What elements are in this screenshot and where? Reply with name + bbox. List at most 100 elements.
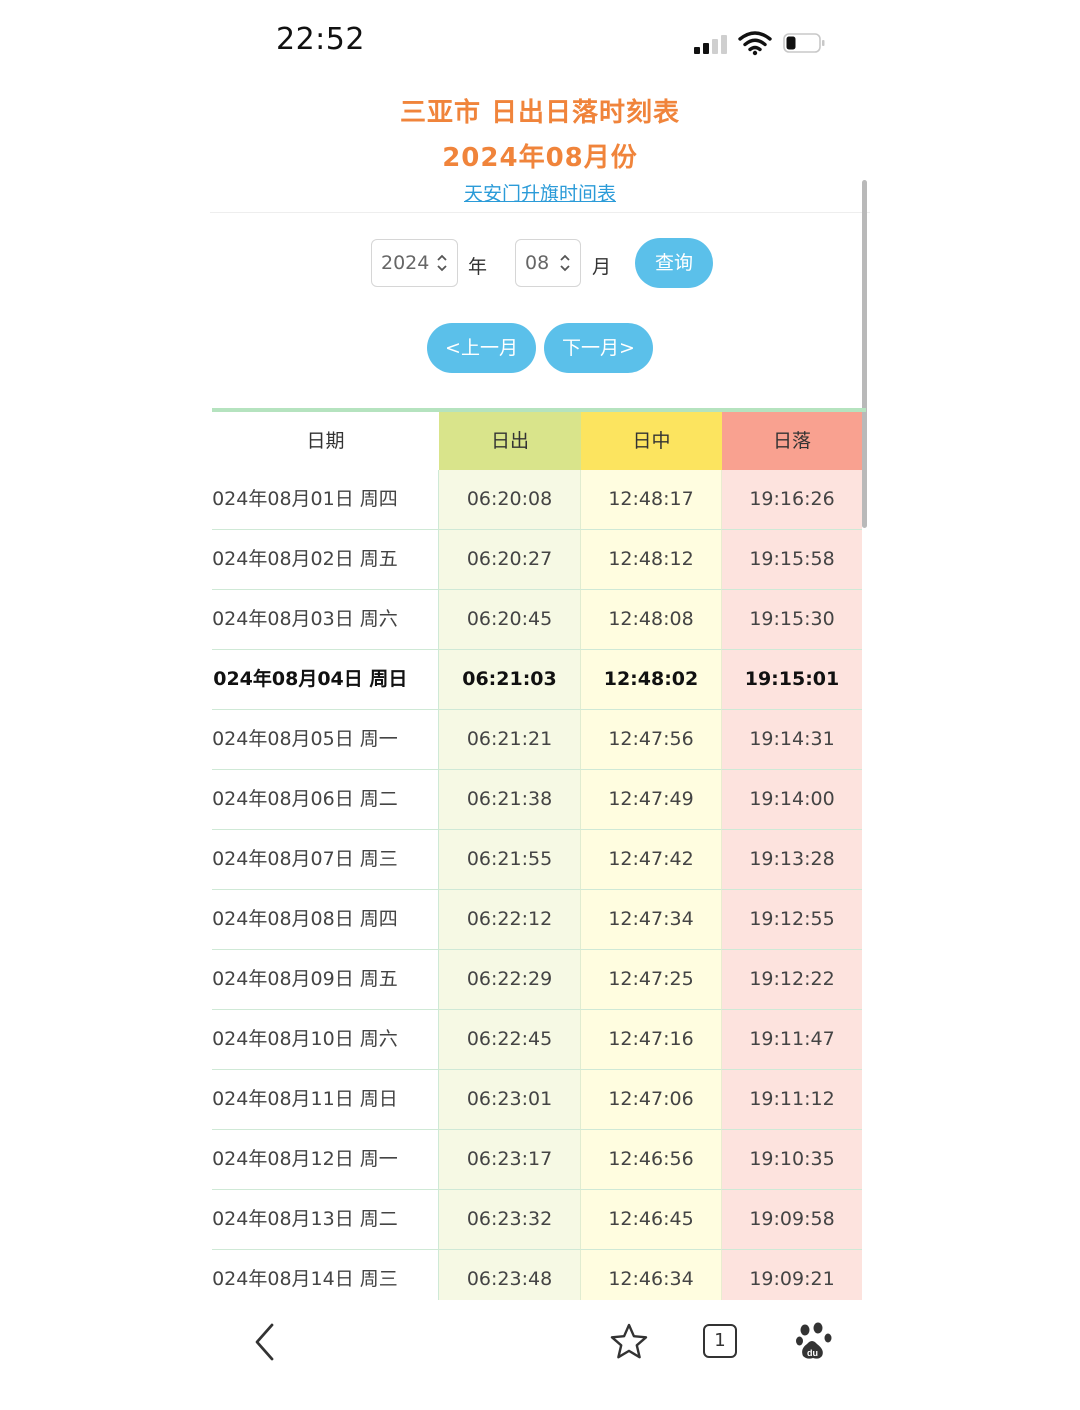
sunset-cell: 19:12:22 [722, 950, 862, 1010]
date-cell: 2024年08月13日 周二 [212, 1190, 439, 1250]
sunset-cell-text: 19:12:22 [749, 968, 835, 990]
date-cell-text: 2024年08月12日 周一 [212, 1148, 398, 1170]
sunrise-cell: 06:20:08 [439, 470, 581, 530]
date-cell-text: 2024年08月07日 周三 [212, 848, 398, 870]
sunset-cell: 19:11:12 [722, 1070, 862, 1130]
table-row: 2024年08月05日 周一 06:21:21 12:47:56 19:14:31 [212, 710, 866, 770]
noon-cell-text: 12:47:06 [608, 1088, 694, 1110]
sunset-cell-text: 19:09:21 [749, 1268, 835, 1290]
sunset-cell-text: 19:09:58 [749, 1208, 835, 1230]
date-cell: 2024年08月01日 周四 [212, 470, 439, 530]
noon-cell: 12:48:12 [581, 530, 722, 590]
noon-cell-text: 12:48:02 [603, 668, 699, 690]
next-month-button[interactable]: 下一月> [544, 323, 653, 373]
sunrise-cell-text: 06:20:45 [466, 608, 553, 630]
sunrise-cell: 06:20:27 [439, 530, 581, 590]
table-row: 2024年08月03日 周六 06:20:45 12:48:08 19:15:30 [212, 590, 866, 650]
date-cell: 2024年08月05日 周一 [212, 710, 439, 770]
date-cell-text: 2024年08月04日 周日 [212, 668, 408, 690]
header-divider [210, 212, 870, 213]
date-cell: 2024年08月07日 周三 [212, 830, 439, 890]
month-select-value: 08 [525, 252, 550, 274]
date-cell: 2024年08月11日 周日 [212, 1070, 439, 1130]
noon-cell-text: 12:46:45 [608, 1208, 694, 1230]
month-select[interactable]: 08 [515, 239, 581, 287]
noon-cell: 12:47:56 [581, 710, 722, 770]
sunset-cell-text: 19:15:01 [744, 668, 840, 690]
sunset-cell: 19:15:01 [722, 650, 862, 710]
sunrise-cell: 06:23:17 [439, 1130, 581, 1190]
date-cell: 2024年08月02日 周五 [212, 530, 439, 590]
header-sunset: 日落 [722, 412, 862, 470]
sunset-cell-text: 19:14:00 [749, 788, 835, 810]
year-unit-label: 年 [468, 256, 488, 278]
sunset-cell: 19:09:58 [722, 1190, 862, 1250]
wifi-icon [738, 31, 772, 56]
noon-cell: 12:48:17 [581, 470, 722, 530]
table-row: 2024年08月02日 周五 06:20:27 12:48:12 19:15:58 [212, 530, 866, 590]
tabs-icon[interactable]: 1 [703, 1324, 737, 1358]
year-select-value: 2024 [381, 252, 430, 274]
table-row: 2024年08月11日 周日 06:23:01 12:47:06 19:11:12 [212, 1070, 866, 1130]
date-cell: 2024年08月06日 周二 [212, 770, 439, 830]
prev-month-button[interactable]: <上一月 [427, 323, 536, 373]
sunrise-cell: 06:22:29 [439, 950, 581, 1010]
noon-cell: 12:47:06 [581, 1070, 722, 1130]
page-title: 三亚市 日出日落时刻表 [399, 98, 681, 128]
table-row: 2024年08月08日 周四 06:22:12 12:47:34 19:12:55 [212, 890, 866, 950]
noon-cell-text: 12:47:34 [608, 908, 694, 930]
year-select[interactable]: 2024 [371, 239, 458, 287]
baidu-paw-icon[interactable]: du [796, 1322, 832, 1362]
sunset-cell: 19:11:47 [722, 1010, 862, 1070]
sunrise-cell-text: 06:21:38 [466, 788, 553, 810]
query-button[interactable]: 查询 [635, 238, 713, 288]
sunrise-cell: 06:20:45 [439, 590, 581, 650]
flag-raising-link[interactable]: 天安门升旗时间表 [210, 179, 870, 206]
date-cell-text: 2024年08月05日 周一 [212, 728, 398, 750]
sunrise-cell: 06:23:32 [439, 1190, 581, 1250]
header-date: 日期 [212, 412, 439, 470]
sunrise-cell-text: 06:23:01 [466, 1088, 553, 1110]
sunrise-cell-text: 06:21:55 [466, 848, 553, 870]
noon-cell: 12:46:56 [581, 1130, 722, 1190]
noon-cell-text: 12:47:25 [608, 968, 694, 990]
chevron-updown-icon [437, 254, 447, 272]
noon-cell: 12:46:45 [581, 1190, 722, 1250]
noon-cell-text: 12:46:34 [608, 1268, 694, 1290]
noon-cell-text: 12:47:16 [608, 1028, 694, 1050]
noon-cell-text: 12:48:08 [608, 608, 694, 630]
back-icon[interactable] [252, 1322, 278, 1362]
sunset-cell: 19:15:30 [722, 590, 862, 650]
sunset-cell: 19:16:26 [722, 470, 862, 530]
sunrise-cell-text: 06:22:45 [466, 1028, 553, 1050]
date-cell-text: 2024年08月02日 周五 [212, 548, 398, 570]
noon-cell: 12:47:49 [581, 770, 722, 830]
sunrise-cell-text: 06:22:12 [466, 908, 553, 930]
date-cell-text: 2024年08月03日 周六 [212, 608, 398, 630]
table-row: 2024年08月07日 周三 06:21:55 12:47:42 19:13:28 [212, 830, 866, 890]
noon-cell-text: 12:46:56 [608, 1148, 694, 1170]
noon-cell: 12:47:25 [581, 950, 722, 1010]
svg-text:du: du [807, 1348, 818, 1358]
noon-cell: 12:47:42 [581, 830, 722, 890]
sunrise-cell-text: 06:20:27 [466, 548, 553, 570]
date-cell: 2024年08月03日 周六 [212, 590, 439, 650]
noon-cell-text: 12:47:49 [608, 788, 694, 810]
date-cell: 2024年08月08日 周四 [212, 890, 439, 950]
sunset-cell-text: 19:11:47 [749, 1028, 835, 1050]
sunrise-cell: 06:23:01 [439, 1070, 581, 1130]
date-cell-text: 2024年08月08日 周四 [212, 908, 398, 930]
date-cell-text: 2024年08月13日 周二 [212, 1208, 398, 1230]
date-cell: 2024年08月04日 周日 [212, 650, 439, 710]
noon-cell: 12:48:08 [581, 590, 722, 650]
header-noon: 日中 [581, 412, 722, 470]
date-cell-text: 2024年08月01日 周四 [212, 488, 398, 510]
noon-cell: 12:47:16 [581, 1010, 722, 1070]
noon-cell-text: 12:48:12 [608, 548, 694, 570]
star-icon[interactable] [609, 1322, 649, 1362]
sunset-cell: 19:10:35 [722, 1130, 862, 1190]
date-cell-text: 2024年08月11日 周日 [212, 1088, 398, 1110]
table-row: 2024年08月09日 周五 06:22:29 12:47:25 19:12:22 [212, 950, 866, 1010]
sunrise-cell-text: 06:22:29 [466, 968, 553, 990]
table-row: 2024年08月01日 周四 06:20:08 12:48:17 19:16:26 [212, 470, 866, 530]
